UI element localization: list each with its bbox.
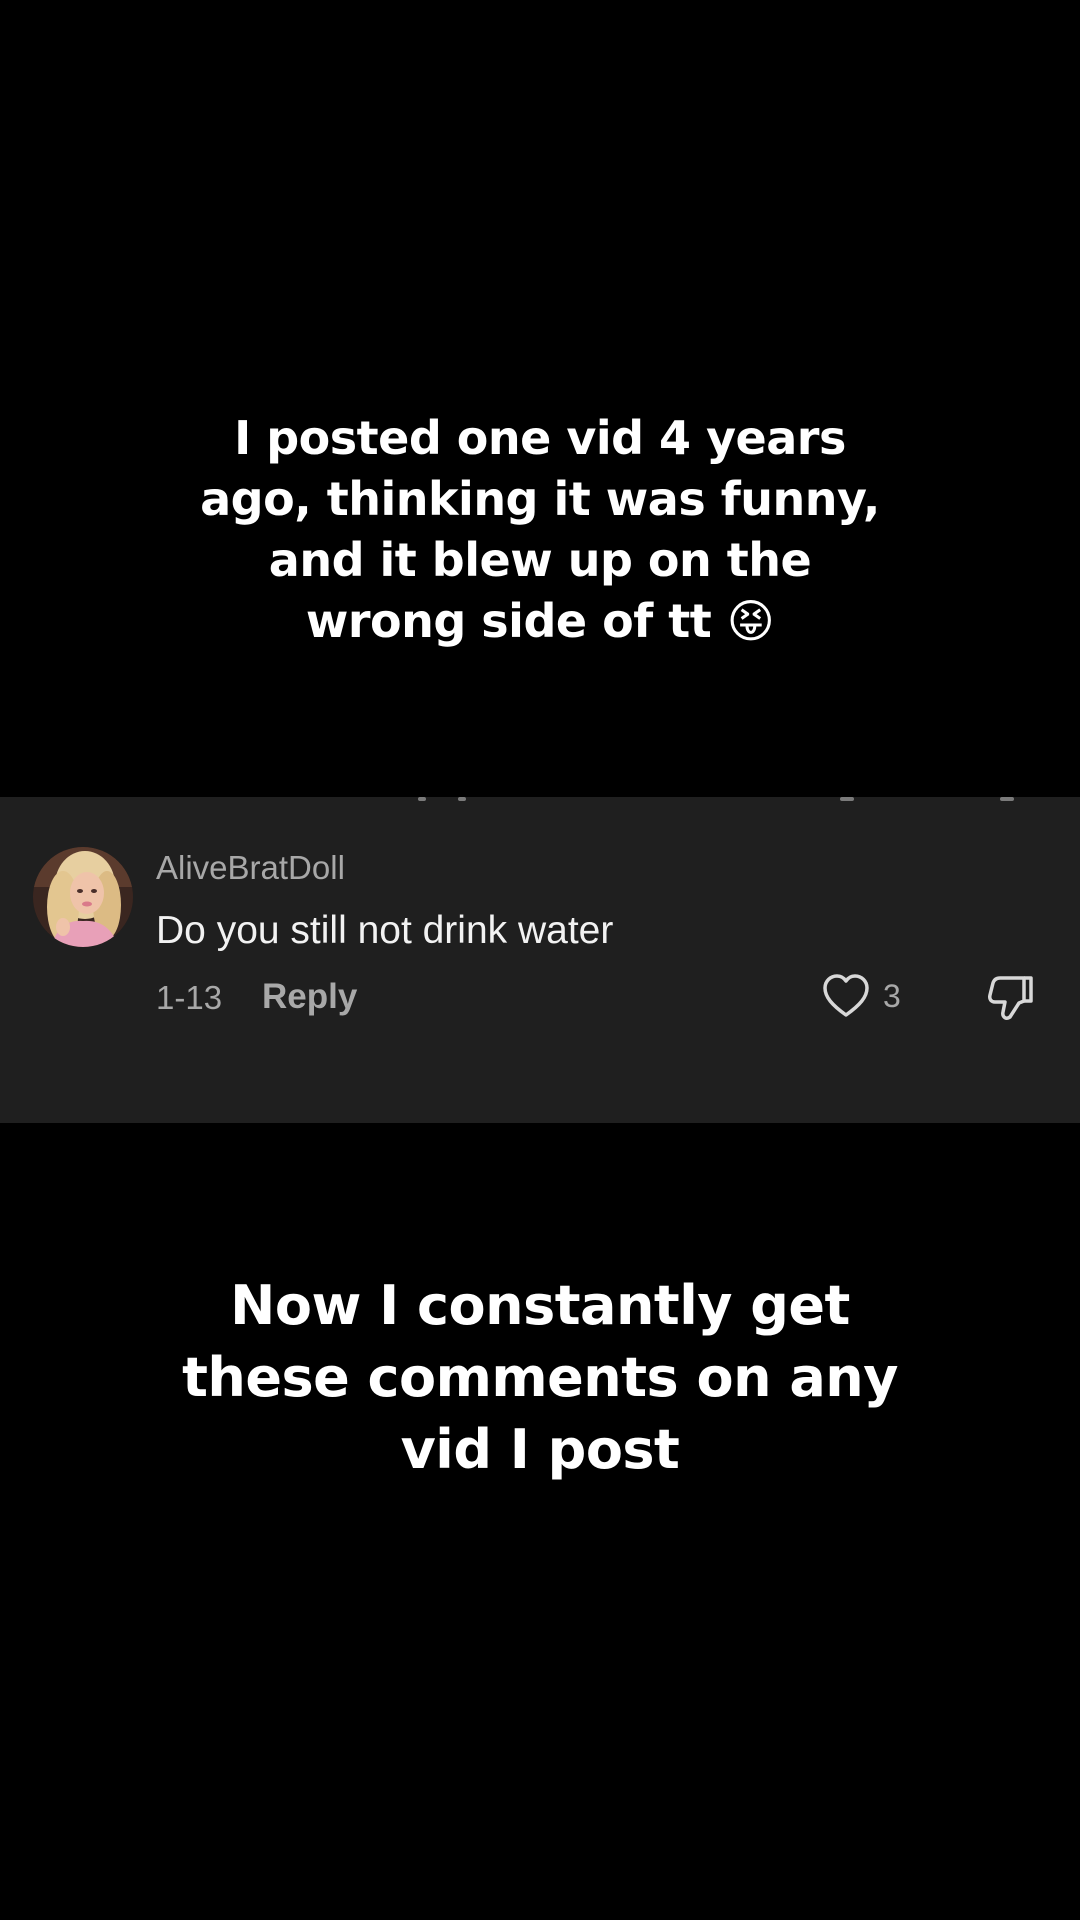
thumbs-down-icon xyxy=(988,976,1033,1020)
bottom-caption-line: Now I constantly get xyxy=(230,1274,850,1337)
top-caption-line: and it blew up on the xyxy=(268,533,812,587)
top-caption-line: wrong side of tt 😝 xyxy=(305,594,775,648)
like-button[interactable]: 3 xyxy=(822,973,932,1025)
dislike-button[interactable] xyxy=(986,973,1038,1025)
top-caption-line: ago, thinking it was funny, xyxy=(200,472,880,526)
top-caption: I posted one vid 4 years ago, thinking i… xyxy=(140,408,940,652)
comment-date: 1-13 xyxy=(156,979,223,1016)
reply-button[interactable]: Reply xyxy=(262,977,357,1017)
heart-icon xyxy=(823,974,869,1017)
avatar[interactable] xyxy=(33,847,133,947)
avatar-image xyxy=(33,847,133,947)
bottom-caption-line: vid I post xyxy=(400,1418,680,1481)
top-caption-line: I posted one vid 4 years xyxy=(234,411,846,465)
like-count: 3 xyxy=(883,978,901,1014)
comment-text: Do you still not drink water xyxy=(156,909,614,952)
comment-username[interactable]: AliveBratDoll xyxy=(156,849,345,887)
bottom-caption: Now I constantly get these comments on a… xyxy=(140,1270,940,1486)
bottom-caption-line: these comments on any xyxy=(182,1346,898,1409)
comment-card: AliveBratDoll Do you still not drink wat… xyxy=(0,797,1080,1123)
cropped-previous-comment-edge xyxy=(0,797,1080,803)
